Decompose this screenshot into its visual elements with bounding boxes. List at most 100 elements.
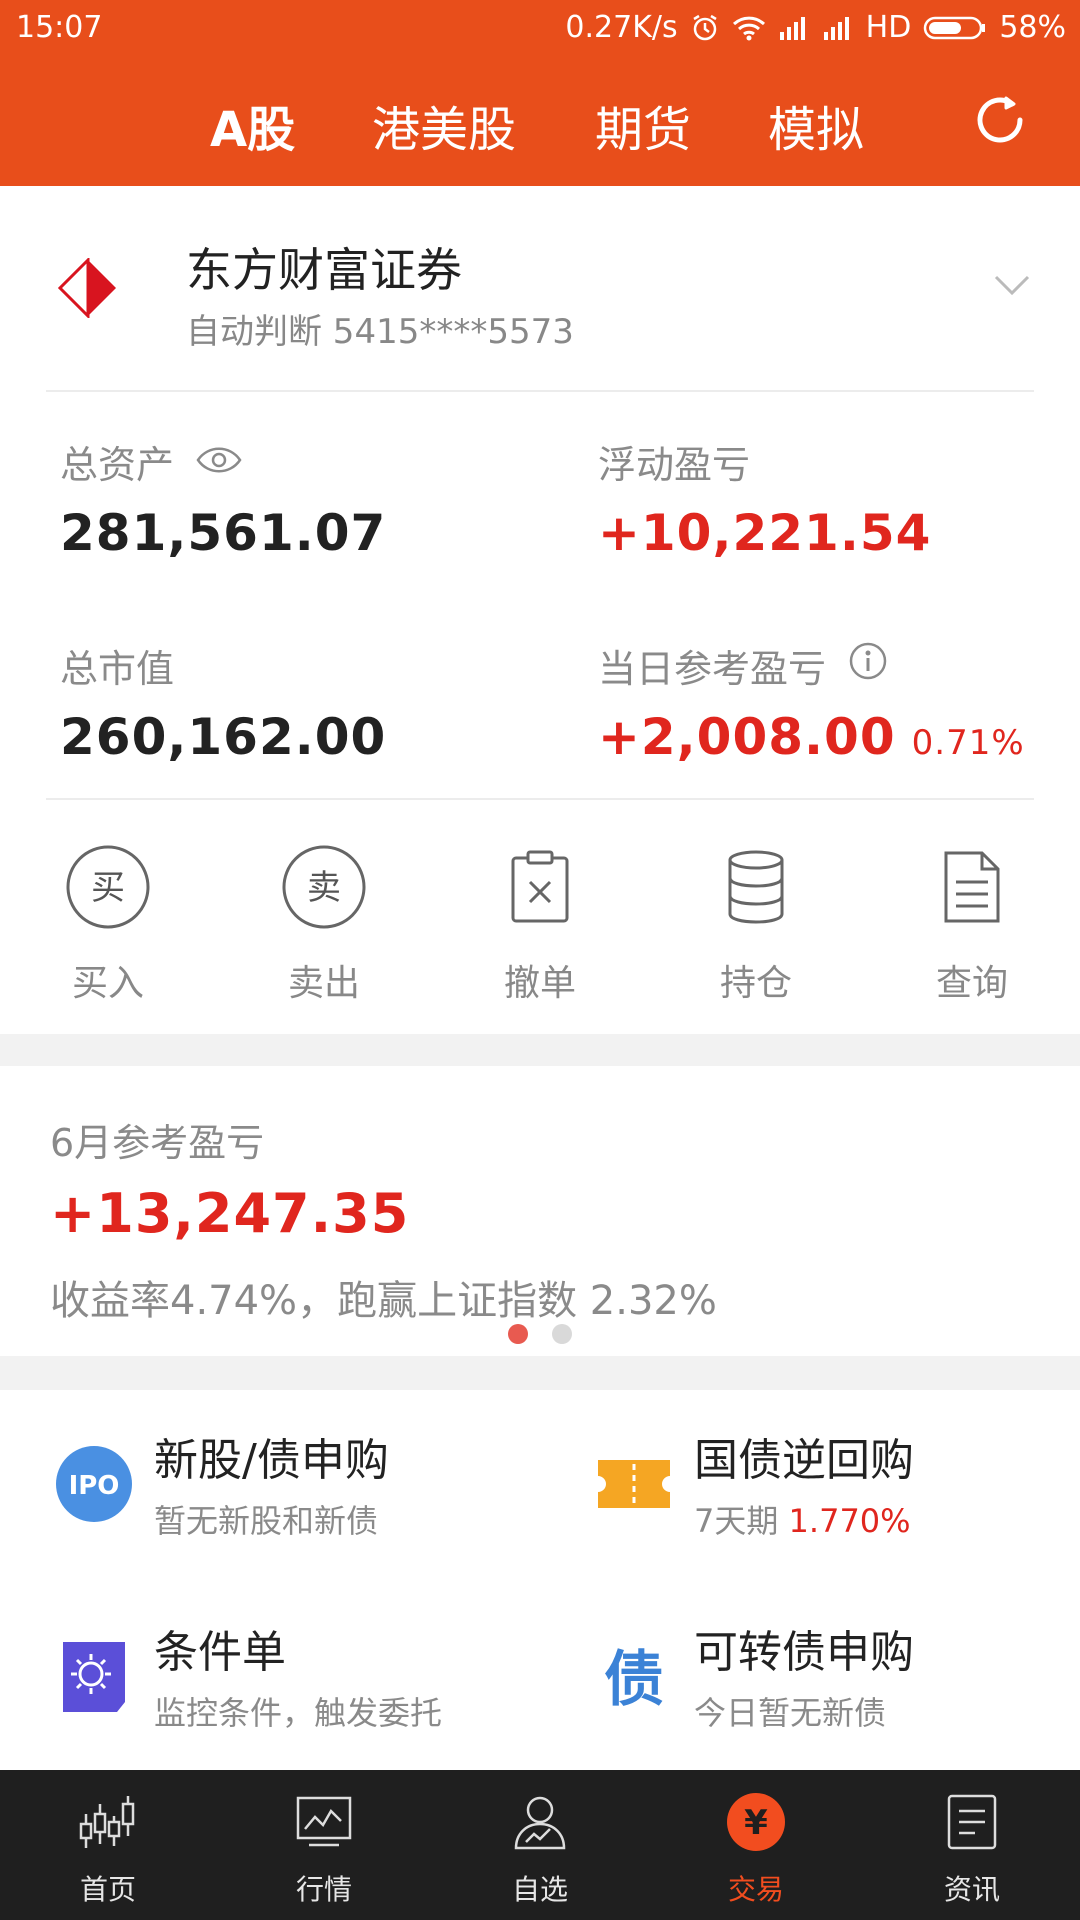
ipo-icon: IPO — [54, 1444, 134, 1524]
info-icon[interactable] — [848, 641, 888, 690]
treasury-repo-entry[interactable]: 国债逆回购 7天期 1.770% — [594, 1424, 1080, 1574]
pager-dot-active — [508, 1324, 528, 1344]
cancel-order-label: 撤单 — [503, 963, 576, 1004]
account-card: 东方财富证券 自动判断 5415****5573 总资产 281,561.07 … — [0, 186, 1080, 1034]
floating-pl-value: +10,221.54 — [598, 504, 932, 562]
floating-pl-label: 浮动盈亏 — [598, 443, 751, 487]
nav-home[interactable]: 首页 — [0, 1770, 216, 1920]
treasury-repo-rate: 1.770% — [788, 1502, 911, 1540]
condition-order-icon — [54, 1636, 134, 1716]
broker-logo-icon — [57, 256, 118, 320]
nav-trade[interactable]: ¥ 交易 — [648, 1770, 864, 1920]
news-icon — [940, 1790, 1004, 1854]
nav-news-label: 资讯 — [943, 1873, 1000, 1906]
total-assets-value: 281,561.07 — [60, 504, 387, 562]
status-time: 15:07 — [16, 10, 103, 45]
status-bar: 15:07 0.27K/s HD 58% — [0, 0, 1080, 58]
nav-home-label: 首页 — [79, 1873, 136, 1906]
nav-watchlist[interactable]: 自选 — [432, 1770, 648, 1920]
monthly-pl-card[interactable]: 6月参考盈亏 +13,247.35 收益率4.74%，跑赢上证指数 2.32% — [0, 1066, 1080, 1356]
chevron-down-icon[interactable] — [994, 274, 1030, 296]
bond-icon: 债 — [594, 1636, 674, 1716]
bottom-navigation: 首页 行情 自选 ¥ 交易 资讯 — [0, 1770, 1080, 1920]
market-value-value: 260,162.00 — [60, 708, 387, 766]
daily-pl-label-row: 当日参考盈亏 — [598, 638, 888, 693]
cancel-order-button[interactable]: 撤单 — [455, 842, 625, 1006]
holdings-icon — [711, 842, 801, 932]
ipo-subtitle: 暂无新股和新债 — [154, 1502, 379, 1540]
buy-icon: 买 — [63, 842, 153, 932]
home-candlestick-icon — [76, 1790, 140, 1854]
status-right: 0.27K/s HD 58% — [565, 10, 1066, 45]
alarm-icon — [690, 13, 720, 43]
tab-a-shares[interactable]: A股 — [210, 90, 295, 160]
total-assets-label: 总资产 — [60, 443, 175, 487]
query-button[interactable]: 查询 — [887, 842, 1057, 1006]
nav-watchlist-label: 自选 — [511, 1873, 568, 1906]
query-label: 查询 — [935, 963, 1008, 1004]
condition-order-title: 条件单 — [154, 1627, 286, 1678]
monthly-pl-value: +13,247.35 — [50, 1182, 410, 1245]
monthly-return-desc: 收益率4.74%，跑赢上证指数 2.32% — [50, 1278, 717, 1324]
nav-news[interactable]: 资讯 — [864, 1770, 1080, 1920]
tab-futures[interactable]: 期货 — [595, 90, 691, 160]
sell-icon: 卖 — [279, 842, 369, 932]
divider — [46, 390, 1034, 392]
svg-text:债: 债 — [604, 1645, 664, 1715]
query-icon — [927, 842, 1017, 932]
signal-icon-1 — [778, 16, 810, 40]
sell-button[interactable]: 卖 卖出 — [239, 842, 409, 1006]
services-card: IPO 新股/债申购 暂无新股和新债 国债逆回购 7天期 1.770% 条件单 … — [0, 1390, 1080, 1770]
nav-trade-label: 交易 — [727, 1873, 784, 1906]
condition-order-entry[interactable]: 条件单 监控条件，触发委托 — [54, 1616, 554, 1766]
svg-text:卖: 卖 — [307, 868, 341, 908]
broker-name[interactable]: 东方财富证券 — [186, 234, 462, 300]
condition-order-subtitle: 监控条件，触发委托 — [154, 1694, 443, 1732]
convertible-bond-title: 可转债申购 — [694, 1627, 914, 1678]
treasury-repo-subtitle: 7天期 1.770% — [694, 1496, 911, 1542]
refresh-icon[interactable] — [970, 90, 1030, 150]
battery-level: 58% — [999, 10, 1066, 45]
battery-icon — [923, 15, 987, 41]
signal-icon-2 — [822, 16, 854, 40]
divider — [46, 798, 1034, 800]
nav-market[interactable]: 行情 — [216, 1770, 432, 1920]
svg-text:IPO: IPO — [69, 1471, 120, 1501]
convertible-bond-entry[interactable]: 债 可转债申购 今日暂无新债 — [594, 1616, 1080, 1766]
market-tabs: A股 港美股 期货 模拟 — [0, 80, 1080, 160]
monthly-pl-label: 6月参考盈亏 — [50, 1121, 265, 1165]
nav-market-label: 行情 — [295, 1873, 352, 1906]
ticket-icon — [594, 1444, 674, 1524]
ipo-title: 新股/债申购 — [154, 1435, 389, 1486]
svg-text:买: 买 — [91, 868, 125, 908]
market-value-label: 总市值 — [60, 647, 175, 691]
svg-text:¥: ¥ — [744, 1803, 768, 1843]
buy-label: 买入 — [71, 963, 144, 1004]
market-chart-icon — [292, 1790, 356, 1854]
treasury-repo-term: 7天期 — [694, 1502, 789, 1540]
eye-icon[interactable] — [196, 440, 242, 484]
tab-simulation[interactable]: 模拟 — [768, 90, 864, 160]
tab-hk-us[interactable]: 港美股 — [372, 90, 516, 160]
ipo-subscribe-entry[interactable]: IPO 新股/债申购 暂无新股和新债 — [54, 1424, 554, 1574]
account-number: 自动判断 5415****5573 — [186, 312, 574, 352]
treasury-repo-title: 国债逆回购 — [694, 1435, 914, 1486]
daily-pl-value: +2,008.00 — [598, 708, 896, 766]
daily-pl-percent: 0.71% — [911, 723, 1025, 763]
daily-pl-row: +2,008.00 0.71% — [598, 708, 1025, 766]
wifi-icon — [732, 15, 766, 41]
sell-label: 卖出 — [287, 963, 360, 1004]
convertible-bond-subtitle: 今日暂无新债 — [694, 1694, 887, 1732]
pager-dot — [552, 1324, 572, 1344]
network-speed: 0.27K/s — [565, 10, 678, 45]
trade-yen-icon: ¥ — [724, 1790, 788, 1854]
network-type: HD — [865, 10, 912, 45]
total-assets-label-row: 总资产 — [60, 434, 242, 489]
holdings-label: 持仓 — [719, 963, 792, 1004]
app-header: 15:07 0.27K/s HD 58% A股 港美股 期货 模拟 — [0, 0, 1080, 186]
cancel-order-icon — [495, 842, 585, 932]
buy-button[interactable]: 买 买入 — [23, 842, 193, 1006]
watchlist-user-icon — [508, 1790, 572, 1854]
daily-pl-label: 当日参考盈亏 — [598, 647, 827, 691]
holdings-button[interactable]: 持仓 — [671, 842, 841, 1006]
